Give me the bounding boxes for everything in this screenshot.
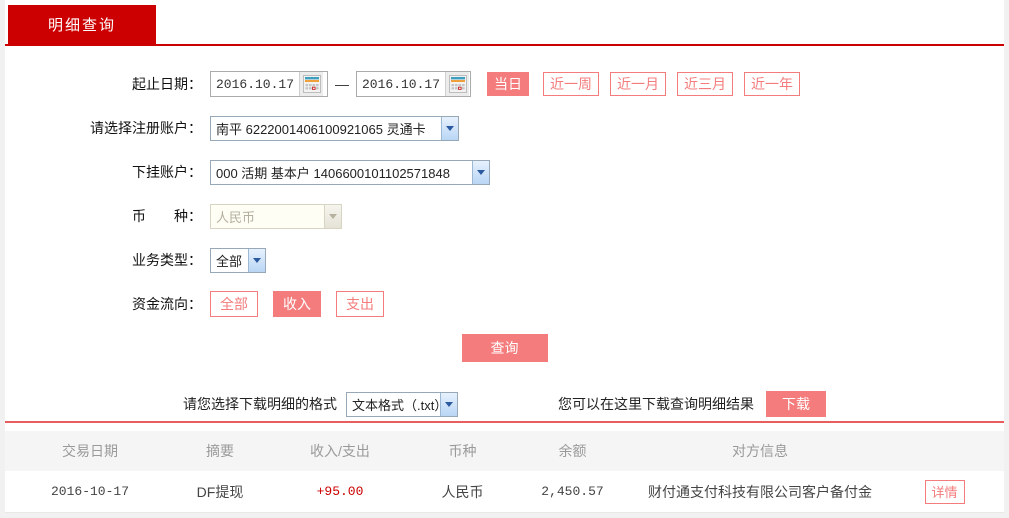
sub-account-row: 下挂账户： 000 活期 基本户 1406600101102571848 [5, 150, 1004, 194]
end-date-input[interactable] [357, 73, 445, 95]
sub-account-select[interactable]: 000 活期 基本户 1406600101102571848 [210, 159, 490, 185]
header-summary: 摘要 [206, 443, 234, 459]
query-button-row: 查询 [5, 326, 1004, 370]
chevron-down-icon[interactable] [248, 248, 265, 272]
business-type-select[interactable]: 全部 [210, 247, 266, 273]
cell-action: 详情 [885, 479, 1004, 504]
download-format-label: 请您选择下载明细的格式 [183, 396, 337, 412]
query-button[interactable]: 查询 [461, 334, 548, 362]
tab-label: 明细查询 [47, 17, 116, 34]
sub-account-value: 000 活期 基本户 1406600101102571848 [216, 165, 450, 181]
fund-flow-all-button[interactable]: 全部 [210, 291, 258, 317]
register-account-label: 请选择注册账户： [90, 120, 202, 136]
register-account-value: 南平 6222001406100921065 灵通卡 [216, 121, 426, 137]
fund-flow-income-button[interactable]: 收入 [273, 291, 321, 317]
currency-value: 人民币 [216, 209, 256, 225]
table-header: 交易日期 摘要 收入/支出 币种 余额 对方信息 [5, 431, 1004, 471]
date-range-row: 起止日期： — [5, 62, 1004, 106]
currency-select: 人民币 [210, 203, 342, 229]
query-form: 起止日期： — [5, 0, 1004, 421]
date-range-label: 起止日期： [132, 76, 202, 92]
download-format-value: 文本格式（.txt） [352, 397, 440, 413]
detail-button[interactable]: 详情 [924, 479, 965, 504]
header-trade-date: 交易日期 [62, 443, 118, 459]
header-balance: 余额 [558, 443, 587, 459]
chevron-down-icon[interactable] [440, 392, 457, 416]
detail-query-panel: 明细查询 起止日期： 2016.10.17 — 2016.10.17 当日 近一… [5, 0, 1004, 518]
calendar-icon[interactable] [445, 72, 469, 96]
register-account-row: 请选择注册账户： 南平 6222001406100921065 灵通卡 [5, 106, 1004, 150]
table-gap [5, 423, 1004, 431]
date-separator: — [335, 76, 349, 92]
header-income-expense: 收入/支出 [310, 443, 370, 459]
end-date-field[interactable] [356, 71, 471, 97]
tab-underline [5, 44, 1004, 46]
start-date-input[interactable] [211, 73, 299, 95]
start-date-field[interactable] [210, 71, 328, 97]
cell-summary: DF提现 [196, 483, 244, 500]
sub-account-label: 下挂账户： [132, 164, 202, 180]
chevron-down-icon [324, 204, 341, 228]
cell-balance: 2,450.57 [541, 484, 604, 499]
table-row: 2016-10-17 DF提现 +95.00 人民币 2,450.57 财付通支… [5, 471, 1004, 513]
currency-label: 币 种： [132, 208, 202, 224]
quick-date-buttons: 当日 近一周 近一月 近三月 近一年 [487, 72, 811, 96]
bottom-strip [5, 513, 1004, 518]
fund-flow-expense-button[interactable]: 支出 [336, 291, 384, 317]
fund-flow-label: 资金流向： [132, 296, 202, 312]
chevron-down-icon[interactable] [472, 160, 489, 184]
quick-week-button[interactable]: 近一周 [543, 72, 599, 96]
cell-amount: +95.00 [316, 484, 364, 499]
cell-counterparty: 财付通支付科技有限公司客户备付金 [648, 483, 872, 500]
quick-month-button[interactable]: 近一月 [610, 72, 666, 96]
download-button[interactable]: 下载 [766, 391, 826, 417]
download-format-select[interactable]: 文本格式（.txt） [346, 391, 458, 417]
quick-quarter-button[interactable]: 近三月 [677, 72, 733, 96]
business-type-label: 业务类型： [132, 252, 202, 268]
business-type-value: 全部 [216, 253, 243, 269]
business-type-row: 业务类型： 全部 [5, 238, 1004, 282]
download-row: 请您选择下载明细的格式 文本格式（.txt） 您可以在这里下载查询明细结果 下载 [5, 387, 1004, 421]
currency-row: 币 种： 人民币 [5, 194, 1004, 238]
header-currency: 币种 [448, 443, 477, 459]
quick-today-button[interactable]: 当日 [487, 72, 529, 96]
register-account-select[interactable]: 南平 6222001406100921065 灵通卡 [210, 115, 459, 141]
cell-currency: 人民币 [441, 483, 484, 500]
tab-detail-query[interactable]: 明细查询 [8, 5, 156, 44]
cell-trade-date: 2016-10-17 [50, 484, 129, 499]
chevron-down-icon[interactable] [441, 116, 458, 140]
quick-year-button[interactable]: 近一年 [744, 72, 800, 96]
download-hint: 您可以在这里下载查询明细结果 [558, 396, 754, 412]
header-counterparty: 对方信息 [732, 443, 788, 459]
fund-flow-row: 资金流向： 全部 收入 支出 [5, 282, 1004, 326]
calendar-icon[interactable] [299, 72, 323, 96]
